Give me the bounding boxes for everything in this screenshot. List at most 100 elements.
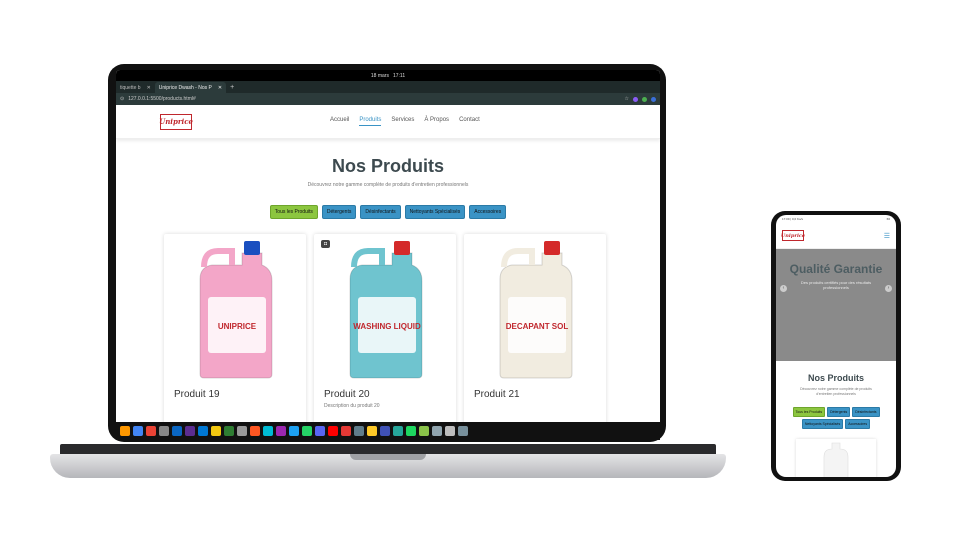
product-image: WASHING LIQUID [314,234,456,384]
filter-desinfectants[interactable]: Désinfectants [360,205,401,219]
website-viewport: Uniprice Accueil Produits Services À Pro… [116,105,660,429]
taskbar-app-icon[interactable] [406,426,416,436]
camera-icon[interactable]: ◘ [321,240,330,248]
close-icon[interactable]: ✕ [218,85,222,91]
product-name: Produit 20 [324,389,370,400]
hero-title: Qualité Garantie [789,262,883,276]
product-image: DECAPANT SOL [464,234,606,384]
phone-site-logo[interactable]: Uniprice [781,230,805,241]
product-card[interactable]: ◘ WASHING LIQUID Produit 20 Description … [314,234,456,429]
taskbar-app-icon[interactable] [328,426,338,436]
taskbar-app-icon[interactable] [198,426,208,436]
taskbar-app-icon[interactable] [380,426,390,436]
taskbar-app-icon[interactable] [250,426,260,436]
taskbar-app-icon[interactable] [315,426,325,436]
site-nav-links: Accueil Produits Services À Propos Conta… [330,117,480,126]
product-description [464,400,606,406]
phone-filter-accessoires[interactable]: Accessoires [845,419,871,429]
extension-icon[interactable] [633,96,638,102]
taskbar-app-icon[interactable] [432,426,442,436]
phone-filter-all[interactable]: Tous les Produits [792,407,826,417]
taskbar-app-icon[interactable] [445,426,455,436]
hero-subtitle: Des produits certifiés pour des résultat… [800,280,872,290]
taskbar-app-icon[interactable] [367,426,377,436]
carousel-prev-icon[interactable]: ‹ [780,285,787,292]
product-name: Produit 21 [474,389,520,400]
new-tab-button[interactable]: + [226,82,238,93]
taskbar-app-icon[interactable] [276,426,286,436]
phone-filter-desinfectants[interactable]: Désinfectants [852,407,880,417]
laptop-screen: 18 mars 17:11 tiquette b ✕ Uniprice Dwas… [116,70,660,440]
site-logo[interactable]: Uniprice [159,113,193,130]
star-icon[interactable]: ☆ [625,96,629,102]
taskbar-app-icon[interactable] [146,426,156,436]
taskbar-app-icon[interactable] [341,426,351,436]
nav-link-services[interactable]: Services [391,117,414,126]
taskbar-app-icon[interactable] [354,426,364,436]
filter-nettoyants[interactable]: Nettoyants Spécialisés [404,205,466,219]
product-card[interactable]: UNIPRICE Produit 19 [164,234,306,429]
page-subtitle: Découvrez notre gamme complète de produi… [307,182,469,188]
taskbar-app-icon[interactable] [159,426,169,436]
os-topbar: 18 mars 17:11 [116,70,660,81]
taskbar-app-icon[interactable] [419,426,429,436]
filter-accessoires[interactable]: Accessoires [469,205,507,219]
product-name: Produit 19 [174,389,220,400]
taskbar-app-icon[interactable] [211,426,221,436]
profile-icon[interactable] [651,96,656,102]
filter-bar: Tous les Produits Détergents Désinfectan… [116,205,660,219]
jug-label-text: UNIPRICE [218,322,257,331]
nav-link-a-propos[interactable]: À Propos [424,117,449,126]
os-date: 18 mars [370,72,389,79]
phone-filter-detergents[interactable]: Détergents [827,407,851,417]
taskbar-app-icon[interactable] [263,426,273,436]
taskbar-app-icon[interactable] [120,426,130,436]
taskbar-app-icon[interactable] [289,426,299,436]
filter-all[interactable]: Tous les Produits [269,205,318,219]
battery-indicator: 66 [886,217,890,221]
site-navbar: Uniprice Accueil Produits Services À Pro… [116,105,660,139]
url-input[interactable]: 127.0.0.1:5500/products.html# [128,96,620,102]
taskbar-app-icon[interactable] [224,426,234,436]
browser-tabbar: tiquette b ✕ Uniprice Dwash - Nos P ✕ + [116,81,660,93]
taskbar-app-icon[interactable] [458,426,468,436]
carousel-next-icon[interactable]: › [885,285,892,292]
phone-page-subtitle: Découvrez notre gamme complète de produi… [800,387,872,396]
phone-product-card[interactable] [796,439,876,477]
jug-cap [544,241,560,255]
phone-page-title: Nos Produits [807,373,864,383]
extension-icon[interactable] [642,96,647,102]
nav-link-accueil[interactable]: Accueil [330,117,349,126]
page-title: Nos Produits [331,156,444,176]
taskbar-app-icon[interactable] [237,426,247,436]
taskbar-app-icon[interactable] [302,426,312,436]
product-description: Description du produit 20 [324,403,380,409]
taskbar-app-icon[interactable] [393,426,403,436]
browser-tab-active[interactable]: Uniprice Dwash - Nos P ✕ [154,82,227,93]
phone-screen: 17:09 | 0,0 Ko/s 66 Uniprice ☰ ‹ › Quali… [776,215,896,477]
close-icon[interactable]: ✕ [147,85,151,91]
laptop-base [50,454,726,478]
phone-filter-nettoyants[interactable]: Nettoyants Spécialisés [801,419,844,429]
product-card[interactable]: DECAPANT SOL Produit 21 [464,234,606,429]
nav-link-produits[interactable]: Produits [359,117,382,126]
taskbar-app-icon[interactable] [185,426,195,436]
product-image: UNIPRICE [164,234,306,384]
product-image [823,442,849,477]
filter-detergents[interactable]: Détergents [321,205,357,219]
product-description [164,400,306,406]
site-info-icon[interactable]: ⊙ [120,96,124,102]
device-mockup: 18 mars 17:11 tiquette b ✕ Uniprice Dwas… [0,0,967,553]
jug-label-text: DECAPANT SOL [506,322,569,331]
phone-filter-bar: Tous les Produits Détergents Désinfectan… [776,407,896,429]
jug-cap [394,241,410,255]
phone-status-bar: 17:09 | 0,0 Ko/s 66 [782,217,890,221]
browser-tab[interactable]: tiquette b ✕ [116,82,155,93]
phone-navbar: Uniprice ☰ [776,223,896,249]
hero-carousel: ‹ › Qualité Garantie Des produits certif… [776,249,896,361]
nav-link-contact[interactable]: Contact [459,117,480,126]
taskbar-app-icon[interactable] [172,426,182,436]
hamburger-menu-icon[interactable]: ☰ [884,232,890,240]
taskbar-app-icon[interactable] [133,426,143,436]
jug-cap [244,241,260,255]
